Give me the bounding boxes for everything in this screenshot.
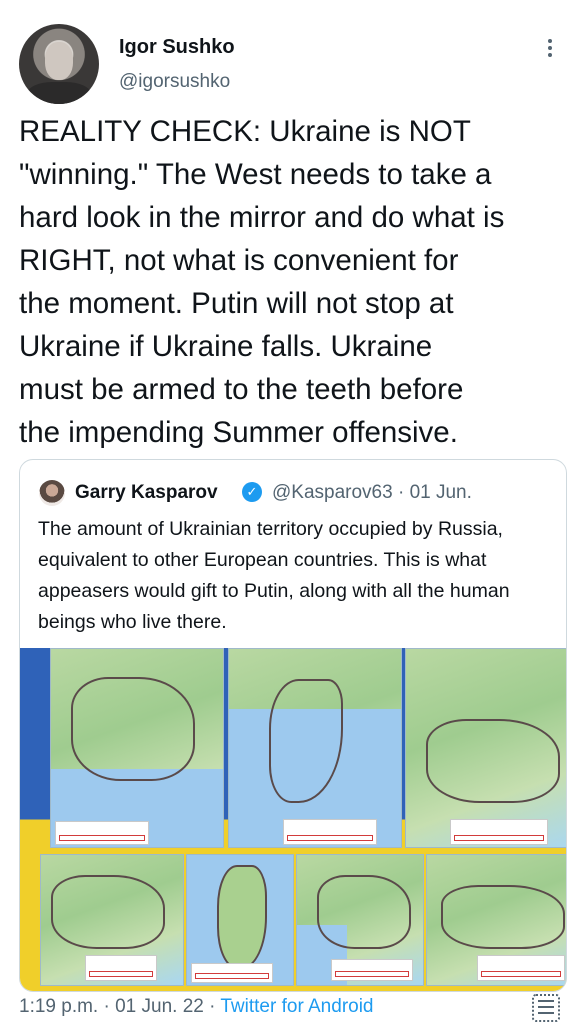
- map-image-balkans[interactable]: [296, 854, 424, 986]
- map-image-region-1[interactable]: [40, 854, 184, 986]
- map-image-britain[interactable]: [186, 854, 294, 986]
- more-options-icon[interactable]: [546, 36, 554, 60]
- author-handle[interactable]: @igorsushko: [119, 71, 230, 93]
- timestamp: 1:19 p.m. · 01 Jun. 22 ·: [19, 996, 221, 1017]
- tweet-metadata: 1:19 p.m. · 01 Jun. 22 · Twitter for And…: [19, 996, 374, 1018]
- author-avatar[interactable]: [19, 24, 99, 104]
- avatar-face: [45, 42, 73, 80]
- map-image-region-2[interactable]: [426, 854, 566, 986]
- map-image-grid[interactable]: [20, 648, 566, 991]
- map-image-ukraine[interactable]: [50, 648, 224, 848]
- map-image-italy[interactable]: [228, 648, 402, 848]
- tweet-text: REALITY CHECK: Ukraine is NOT "winning."…: [19, 115, 505, 449]
- quoted-tweet[interactable]: Garry Kasparov ✓ @Kasparov63 · 01 Jun. T…: [19, 459, 567, 992]
- author-name[interactable]: Igor Sushko: [119, 36, 235, 59]
- quoted-author-name[interactable]: Garry Kasparov: [75, 482, 218, 504]
- map-image-germany[interactable]: [405, 648, 566, 848]
- avatar-shoulders: [27, 82, 91, 104]
- notes-icon[interactable]: [532, 994, 560, 1022]
- verified-badge-icon: ✓: [242, 482, 262, 502]
- quoted-tweet-text: The amount of Ukrainian territory occupi…: [38, 518, 510, 633]
- quoted-author-handle-date: @Kasparov63 · 01 Jun.: [272, 482, 472, 503]
- source-app-link[interactable]: Twitter for Android: [220, 996, 373, 1017]
- quoted-author-avatar[interactable]: [39, 480, 65, 506]
